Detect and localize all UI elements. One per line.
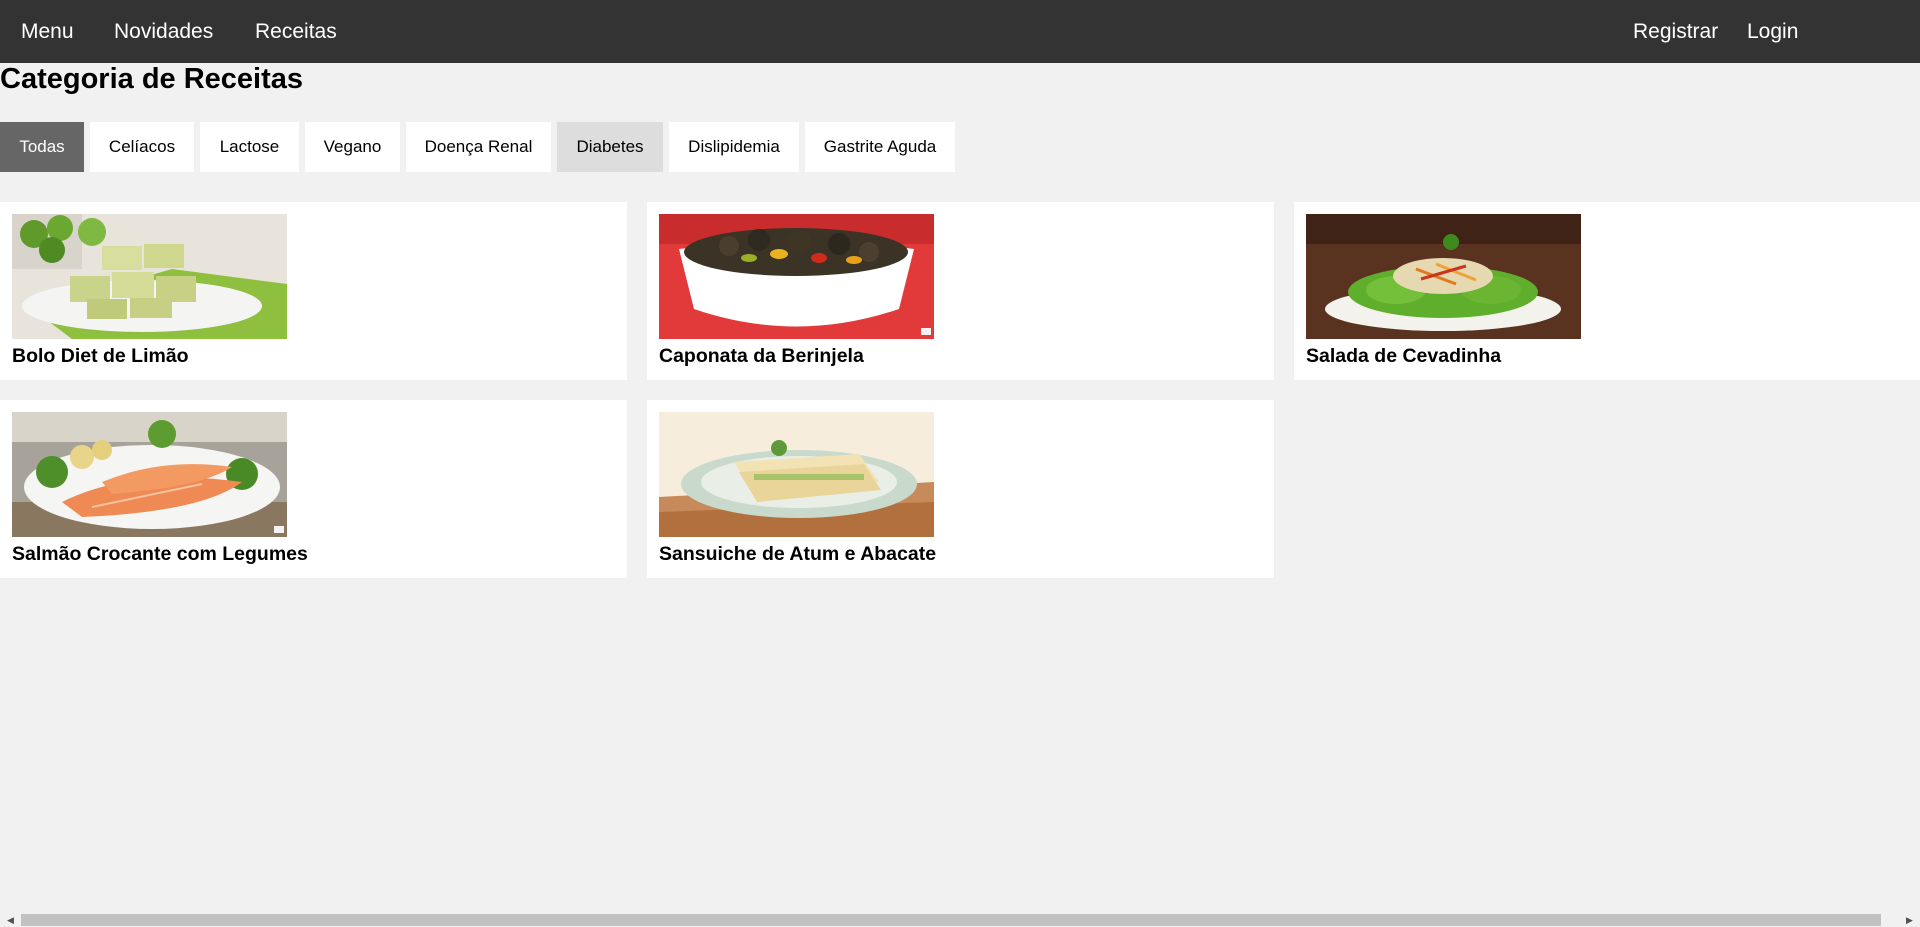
recipe-card[interactable]: Sansuiche de Atum e Abacate xyxy=(647,400,1274,578)
recipe-title[interactable]: Sansuiche de Atum e Abacate xyxy=(659,542,936,566)
filter-dislipidemia[interactable]: Dislipidemia xyxy=(669,122,799,172)
nav-link-registrar[interactable]: Registrar xyxy=(1633,0,1718,63)
recipe-title[interactable]: Caponata da Berinjela xyxy=(659,344,864,368)
recipe-card[interactable]: Salmão Crocante com Legumes xyxy=(0,400,627,578)
filter-doenca-renal[interactable]: Doença Renal xyxy=(406,122,551,172)
barley-salad-photo[interactable] xyxy=(1306,214,1581,339)
recipe-title[interactable]: Salmão Crocante com Legumes xyxy=(12,542,308,566)
recipe-card[interactable]: Caponata da Berinjela xyxy=(647,202,1274,380)
top-nav: Menu Novidades Receitas Registrar Login xyxy=(0,0,1920,63)
filter-diabetes[interactable]: Diabetes xyxy=(557,122,663,172)
salmon-photo[interactable] xyxy=(12,412,287,537)
filter-todas[interactable]: Todas xyxy=(0,122,84,172)
nav-link-login[interactable]: Login xyxy=(1747,0,1798,63)
recipe-title[interactable]: Salada de Cevadinha xyxy=(1306,344,1501,368)
filter-celiacos[interactable]: Celíacos xyxy=(90,122,194,172)
scroll-left-icon[interactable]: ◀ xyxy=(2,913,19,927)
page-title: Categoria de Receitas xyxy=(0,63,304,95)
recipe-card[interactable]: Salada de Cevadinha xyxy=(1294,202,1920,380)
filter-vegano[interactable]: Vegano xyxy=(305,122,400,172)
filter-lactose[interactable]: Lactose xyxy=(200,122,299,172)
recipe-title[interactable]: Bolo Diet de Limão xyxy=(12,344,189,368)
filter-gastrite-aguda[interactable]: Gastrite Aguda xyxy=(805,122,955,172)
nav-link-novidades[interactable]: Novidades xyxy=(114,0,213,63)
sandwich-photo[interactable] xyxy=(659,412,934,537)
scroll-right-icon[interactable]: ▶ xyxy=(1901,913,1918,927)
nav-link-menu[interactable]: Menu xyxy=(21,0,74,63)
nav-link-receitas[interactable]: Receitas xyxy=(255,0,337,63)
lemon-cake-photo[interactable] xyxy=(12,214,287,339)
scrollbar-thumb[interactable] xyxy=(21,914,1881,926)
horizontal-scrollbar[interactable]: ◀ ▶ xyxy=(0,913,1920,927)
recipe-card[interactable]: Bolo Diet de Limão xyxy=(0,202,627,380)
caponata-photo[interactable] xyxy=(659,214,934,339)
